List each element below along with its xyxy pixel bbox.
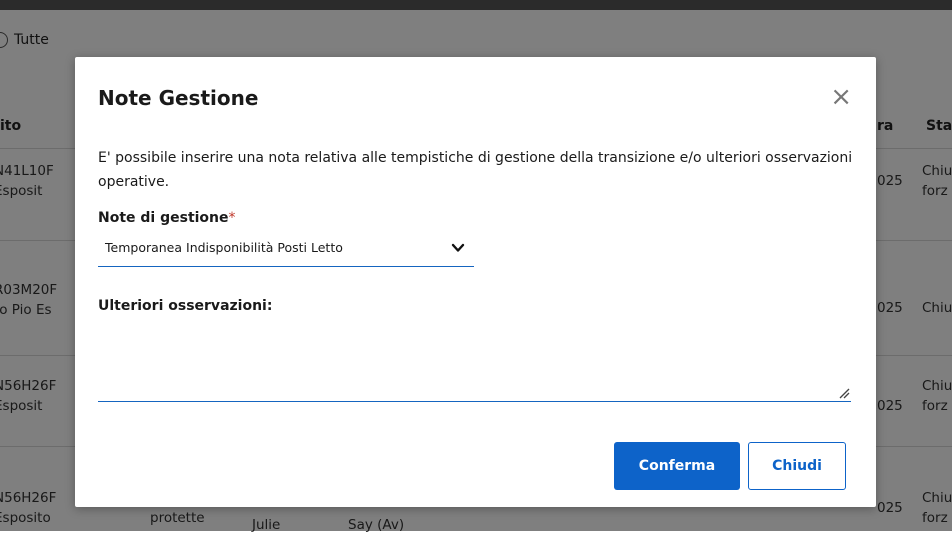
chevron-down-icon bbox=[451, 243, 465, 252]
note-field-label-text: Note di gestione bbox=[98, 210, 229, 226]
observations-textarea[interactable] bbox=[98, 322, 851, 402]
top-bar bbox=[0, 0, 952, 10]
resize-handle-icon[interactable] bbox=[838, 387, 850, 399]
observations-label: Ulteriori osservazioni: bbox=[98, 298, 273, 314]
note-select[interactable]: Temporanea Indisponibilità Posti Letto bbox=[98, 232, 474, 267]
note-gestione-dialog: Note Gestione × E' possibile inserire un… bbox=[75, 57, 876, 507]
note-select-value: Temporanea Indisponibilità Posti Letto bbox=[105, 240, 343, 255]
dialog-title: Note Gestione bbox=[98, 86, 259, 110]
close-icon[interactable]: × bbox=[830, 84, 852, 110]
close-button[interactable]: Chiudi bbox=[748, 442, 846, 490]
note-field-label: Note di gestione* bbox=[98, 210, 236, 226]
dialog-description: E' possibile inserire una nota relativa … bbox=[98, 150, 853, 190]
confirm-button[interactable]: Conferma bbox=[614, 442, 740, 490]
required-mark: * bbox=[228, 210, 236, 226]
